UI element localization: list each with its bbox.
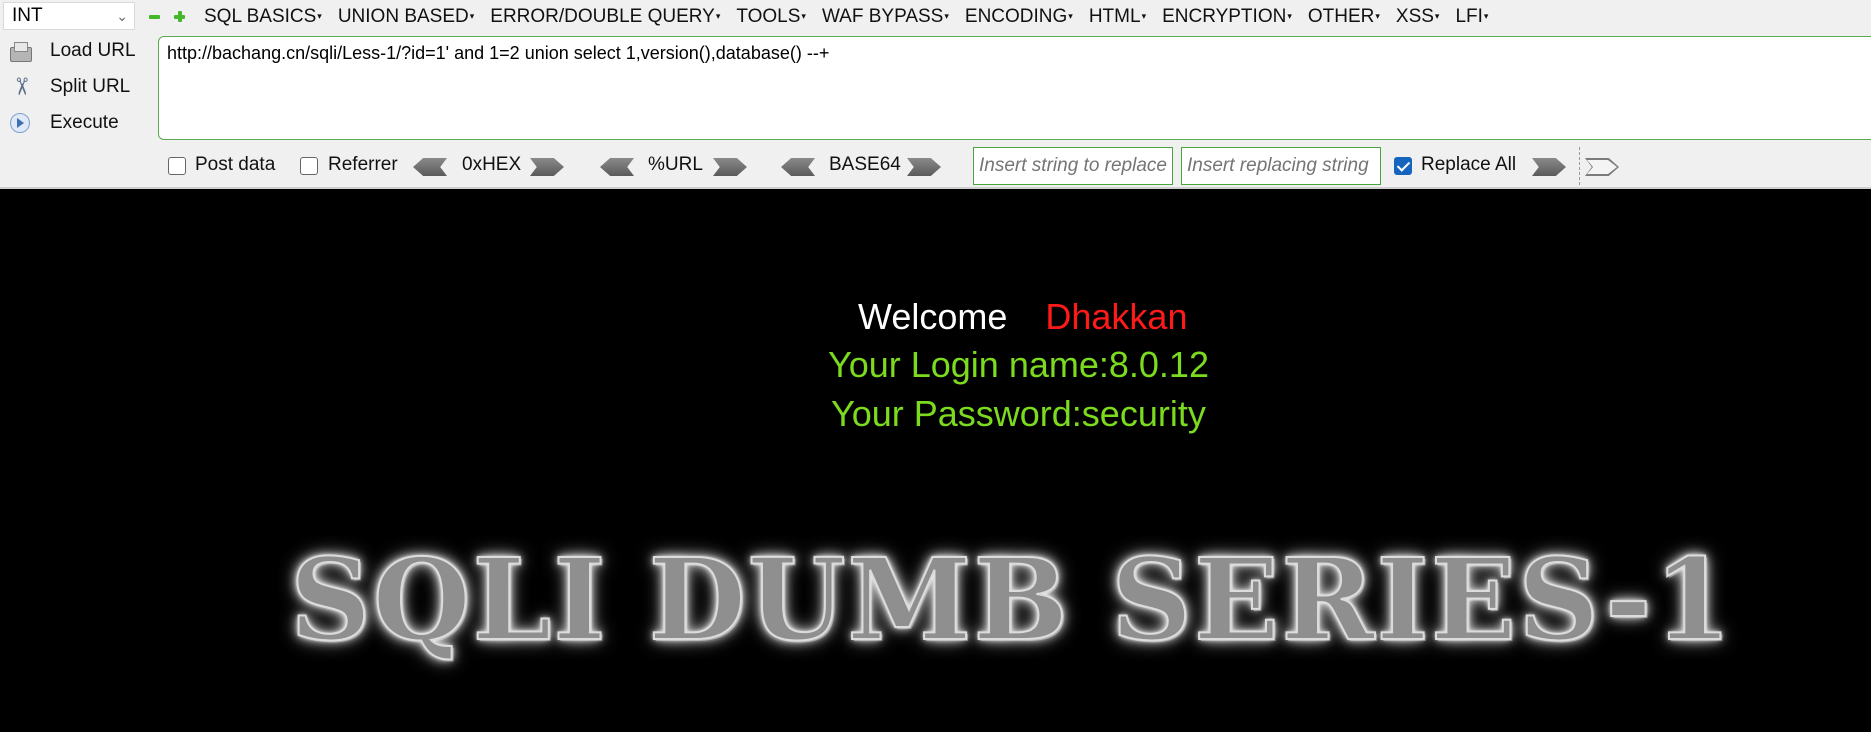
- separator: [1579, 147, 1580, 185]
- menu-encryption[interactable]: ENCRYPTION▾: [1162, 6, 1292, 28]
- referrer-label: Referrer: [328, 154, 398, 175]
- menu-union-based[interactable]: UNION BASED▾: [338, 6, 474, 28]
- chevron-down-icon: ⌄: [116, 8, 128, 24]
- replace-backward-arrow-icon[interactable]: [1585, 158, 1619, 176]
- menu-tools[interactable]: TOOLS▾: [736, 6, 806, 28]
- replacing-string-input[interactable]: [1181, 147, 1381, 185]
- welcome-line: Welcome Dhakkan: [858, 296, 1187, 338]
- hackbar-toolbar: INT ⌄ SQL BASICS▾ UNION BASED▾ ERROR/DOU…: [0, 0, 1871, 189]
- replace-string-input[interactable]: [973, 147, 1173, 185]
- post-data-checkbox[interactable]: [168, 157, 186, 175]
- play-icon: [6, 110, 34, 136]
- minus-icon[interactable]: [148, 10, 161, 23]
- login-name-text: Your Login name:8.0.12: [828, 344, 1209, 385]
- replace-forward-arrow-icon[interactable]: [1532, 158, 1566, 176]
- url-textarea[interactable]: http://bachang.cn/sqli/Less-1/?id=1' and…: [158, 36, 1871, 140]
- replace-all-checkbox[interactable]: [1394, 157, 1412, 175]
- menu-encoding[interactable]: ENCODING▾: [965, 6, 1073, 28]
- base64-label: BASE64: [829, 154, 901, 175]
- menu-xss[interactable]: XSS▾: [1396, 6, 1440, 28]
- menu-sql-basics[interactable]: SQL BASICS▾: [204, 6, 322, 28]
- menu-error-double-query[interactable]: ERROR/DOUBLE QUERY▾: [490, 6, 720, 28]
- url-decode-arrow-icon[interactable]: [600, 158, 634, 176]
- scissors-icon: [6, 74, 34, 100]
- options-row: Post data Referrer 0xHEX %URL BASE64 Rep…: [0, 147, 1871, 185]
- type-select[interactable]: INT ⌄: [3, 2, 135, 30]
- plus-icon[interactable]: [173, 10, 186, 23]
- sqli-dumb-series-banner: SQLI DUMB SERIES-1: [289, 534, 1734, 667]
- execute-button[interactable]: Execute: [6, 108, 156, 138]
- hex-encode-arrow-icon[interactable]: [530, 158, 564, 176]
- menu-lfi[interactable]: LFI▾: [1455, 6, 1488, 28]
- menu-row: INT ⌄ SQL BASICS▾ UNION BASED▾ ERROR/DOU…: [0, 0, 1871, 33]
- menu-waf-bypass[interactable]: WAF BYPASS▾: [822, 6, 949, 28]
- referrer-checkbox[interactable]: [300, 157, 318, 175]
- menu-html[interactable]: HTML▾: [1089, 6, 1146, 28]
- url-encode-label: %URL: [648, 154, 703, 175]
- base64-encode-arrow-icon[interactable]: [907, 158, 941, 176]
- base64-decode-arrow-icon[interactable]: [781, 158, 815, 176]
- split-url-button[interactable]: Split URL: [6, 72, 156, 102]
- menu-bar: SQL BASICS▾ UNION BASED▾ ERROR/DOUBLE QU…: [204, 0, 1504, 33]
- menu-other[interactable]: OTHER▾: [1308, 6, 1380, 28]
- url-encode-arrow-icon[interactable]: [713, 158, 747, 176]
- hex-label: 0xHEX: [462, 154, 522, 175]
- load-url-label: Load URL: [50, 40, 136, 61]
- hex-decode-arrow-icon[interactable]: [413, 158, 447, 176]
- load-url-icon: [6, 38, 34, 64]
- post-data-label: Post data: [195, 154, 276, 175]
- execute-label: Execute: [50, 112, 119, 133]
- password-text: Your Password:security: [831, 393, 1206, 434]
- welcome-text: Welcome: [858, 296, 1008, 337]
- load-url-button[interactable]: Load URL: [6, 36, 156, 66]
- type-select-value: INT: [12, 5, 43, 26]
- split-url-label: Split URL: [50, 76, 131, 97]
- user-name-text: Dhakkan: [1045, 296, 1188, 337]
- replace-all-label: Replace All: [1421, 154, 1517, 175]
